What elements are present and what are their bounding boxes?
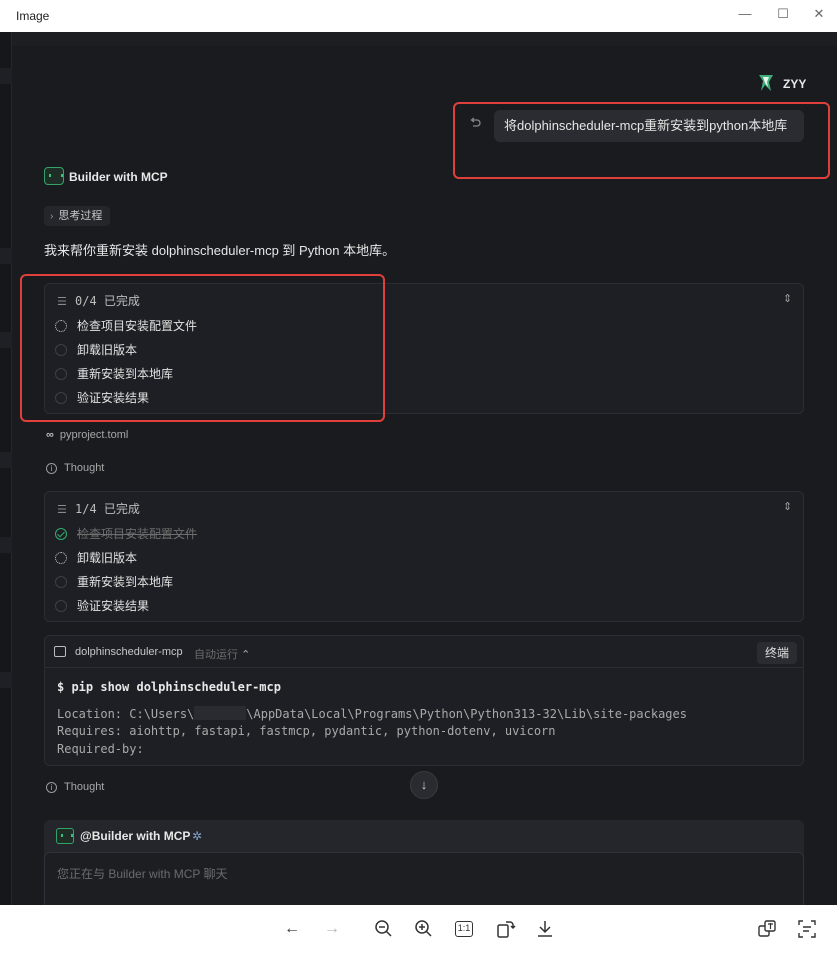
list-icon: ☰ — [57, 504, 67, 516]
run-mode-select[interactable]: 自动运行 ⌃ — [194, 646, 250, 662]
thought-toggle[interactable]: i Thought — [46, 462, 104, 474]
task-item: 卸载旧版本 — [55, 549, 137, 567]
info-icon: i — [46, 782, 57, 793]
chevron-right-icon: › — [50, 211, 54, 222]
assistant-name: Builder with MCP — [69, 170, 168, 184]
check-circle-icon — [55, 528, 67, 540]
arrow-left-icon[interactable]: ← — [281, 918, 303, 940]
terminal-command: $ pip show dolphinscheduler-mcp — [57, 680, 281, 694]
window-title: Image — [16, 9, 50, 23]
chevron-updown-icon: ⌃ — [241, 649, 251, 661]
window-titlebar: Image — ☐ ✕ — [0, 0, 837, 32]
close-button[interactable]: ✕ — [804, 4, 834, 24]
link-icon: ∞ — [46, 429, 54, 441]
chat-panel: ZYY 将dolphinscheduler-mcp重新安装到python本地库 … — [0, 32, 837, 905]
redacted-block — [194, 706, 247, 720]
thought-toggle[interactable]: i Thought — [46, 781, 104, 793]
user-name: ZYY — [783, 77, 807, 91]
arrow-down-icon: ↓ — [420, 777, 428, 792]
zoom-out-icon[interactable] — [373, 918, 395, 940]
task-item: 验证安装结果 — [55, 597, 149, 615]
thinking-toggle[interactable]: › 思考过程 — [44, 206, 111, 226]
maximize-button[interactable]: ☐ — [768, 4, 798, 24]
thinking-label: 思考过程 — [58, 210, 103, 222]
bot-icon — [56, 828, 74, 844]
agent-mention[interactable]: @Builder with MCP — [80, 829, 190, 843]
actual-size-icon[interactable]: 1:1 — [455, 921, 473, 937]
terminal-button[interactable]: 终端 — [756, 642, 797, 664]
arrow-right-icon[interactable]: → — [321, 918, 343, 940]
pending-icon — [55, 576, 67, 588]
task-progress: ☰ 1/4 已完成 — [57, 502, 140, 516]
terminal-icon — [54, 646, 66, 657]
in-progress-icon — [55, 552, 67, 564]
minimize-button[interactable]: — — [730, 4, 760, 24]
terminal-output-required-by: Required-by: — [57, 742, 144, 756]
header-bar — [12, 32, 837, 46]
info-icon: i — [46, 463, 57, 474]
terminal-output-location: Location: C:\Users\ \AppData\Local\Progra… — [57, 706, 687, 721]
task-item: 检查项目安装配置文件 — [55, 525, 197, 543]
file-reference[interactable]: ∞ pyproject.toml — [46, 429, 128, 441]
zoom-in-icon[interactable] — [413, 918, 435, 940]
highlight-box — [20, 274, 385, 422]
pending-icon — [55, 600, 67, 612]
text-recognition-icon[interactable] — [796, 918, 818, 940]
bot-icon — [44, 167, 64, 185]
translate-icon[interactable] — [756, 918, 778, 940]
rotate-icon[interactable] — [494, 918, 516, 940]
terminal-name: dolphinscheduler-mcp — [75, 646, 183, 658]
chat-input[interactable]: 您正在与 Builder with MCP 聊天 — [44, 852, 804, 905]
collapse-icon[interactable]: ⇕ — [783, 292, 793, 305]
user-avatar — [759, 75, 773, 91]
tools-icon[interactable]: ✲ — [192, 829, 202, 843]
task-item: 重新安装到本地库 — [55, 573, 173, 591]
viewer-toolbar: ← → 1:1 — [0, 905, 837, 953]
left-sidebar-strip — [0, 32, 12, 905]
task-list-card: ☰ 1/4 已完成 ⇕ 检查项目安装配置文件 卸载旧版本 重新安装到本地库 验证安… — [44, 491, 804, 622]
terminal-output-requires: Requires: aiohttp, fastapi, fastmcp, pyd… — [57, 724, 556, 738]
assistant-intro: 我来帮你重新安装 dolphinscheduler-mcp 到 Python 本… — [44, 243, 396, 258]
collapse-icon[interactable]: ⇕ — [783, 500, 793, 513]
download-icon[interactable] — [534, 918, 556, 940]
composer: @Builder with MCP ✲ 您正在与 Builder with MC… — [44, 820, 804, 905]
scroll-down-button[interactable]: ↓ — [410, 771, 438, 799]
terminal-header: dolphinscheduler-mcp 自动运行 ⌃ 终端 — [45, 636, 803, 668]
terminal-card: dolphinscheduler-mcp 自动运行 ⌃ 终端 $ pip sho… — [44, 635, 804, 766]
highlight-box — [453, 102, 830, 179]
